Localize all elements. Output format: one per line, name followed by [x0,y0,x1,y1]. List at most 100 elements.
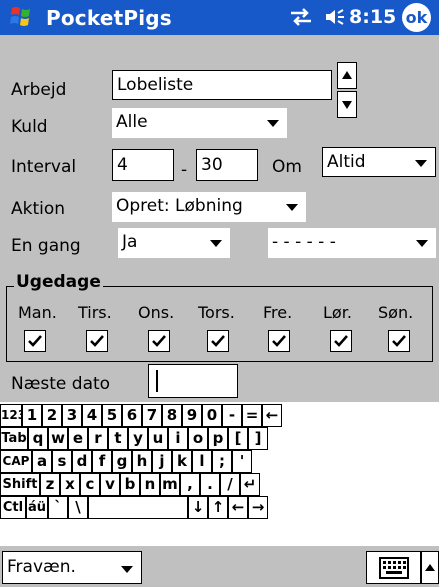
key-f[interactable]: f [92,450,112,473]
key-g[interactable]: g [112,450,132,473]
day-label-tirs: Tirs. [78,303,112,322]
key-8[interactable]: 8 [162,404,182,427]
key-arrow-right[interactable]: → [248,496,268,519]
key-9[interactable]: 9 [182,404,202,427]
title-bar: PocketPigs 8:15 ok [0,0,439,35]
checkbox-fre[interactable] [268,330,290,352]
om-dropdown[interactable]: Altid [322,147,436,177]
key-caps[interactable]: CAP [0,450,32,473]
en-gang-dropdown[interactable]: Ja [118,228,230,258]
checkbox-ons[interactable] [148,330,170,352]
key-7[interactable]: 7 [142,404,162,427]
key-semicolon[interactable]: ; [212,450,232,473]
key-m[interactable]: m [160,473,180,496]
key-2[interactable]: 2 [42,404,62,427]
naeste-dato-field[interactable] [148,364,238,398]
key-bracket-left[interactable]: [ [228,427,248,450]
checkbox-tors[interactable] [207,330,229,352]
key-comma[interactable]: , [180,473,200,496]
key-1[interactable]: 1 [22,404,42,427]
checkbox-man[interactable] [24,330,46,352]
key-x[interactable]: x [60,473,80,496]
key-bracket-right[interactable]: ] [248,427,268,450]
en-gang-value: Ja [122,232,138,252]
key-accents[interactable]: áü [26,496,48,519]
key-tab[interactable]: Tab [0,427,28,450]
input-method-selector[interactable] [421,551,439,584]
key-5[interactable]: 5 [102,404,122,427]
arbejd-field[interactable]: Lobeliste [112,70,332,100]
en-gang-label: En gang [11,236,81,256]
clock[interactable]: 8:15 [349,6,396,28]
key-j[interactable]: j [152,450,172,473]
connectivity-icon[interactable] [289,7,313,27]
chevron-down-icon [415,160,427,167]
key-v[interactable]: v [100,473,120,496]
key-q[interactable]: q [28,427,48,450]
key-c[interactable]: c [80,473,100,496]
checkmark-icon [211,335,225,347]
key-e[interactable]: e [68,427,88,450]
ok-button[interactable]: ok [402,3,431,32]
key-arrow-left[interactable]: ← [228,496,248,519]
spin-down-button[interactable] [337,91,357,118]
key-quote[interactable]: ' [232,450,252,473]
key-u[interactable]: u [148,427,168,450]
key-equals[interactable]: = [242,404,262,427]
key-b[interactable]: b [120,473,140,496]
checkmark-icon [392,335,406,347]
key-t[interactable]: t [108,427,128,450]
aktion-dropdown[interactable]: Opret: Løbning [112,192,306,222]
chevron-down-icon [267,120,279,127]
key-slash[interactable]: / [220,473,240,496]
key-r[interactable]: r [88,427,108,450]
spin-up-button[interactable] [337,62,357,89]
key-3[interactable]: 3 [62,404,82,427]
key-enter[interactable]: ↵ [240,473,260,496]
input-panel-button[interactable] [366,551,421,584]
key-space[interactable] [88,496,188,519]
key-y[interactable]: y [128,427,148,450]
key-6[interactable]: 6 [122,404,142,427]
day-label-son: Søn. [378,303,414,322]
key-backspace[interactable]: ← [262,404,282,427]
om-value: Altid [327,152,366,172]
key-w[interactable]: w [48,427,68,450]
checkmark-icon [28,335,42,347]
key-123[interactable]: 123 [0,404,22,427]
key-o[interactable]: o [188,427,208,450]
key-period[interactable]: . [200,473,220,496]
key-ctrl[interactable]: Ctl [0,496,26,519]
key-arrow-down[interactable]: ↓ [188,496,208,519]
interval-from-field[interactable]: 4 [112,149,174,181]
key-arrow-up[interactable]: ↑ [208,496,228,519]
key-minus[interactable]: - [222,404,242,427]
fravaen-dropdown[interactable]: Fravæn. [2,551,142,584]
key-p[interactable]: p [208,427,228,450]
key-a[interactable]: a [32,450,52,473]
key-4[interactable]: 4 [82,404,102,427]
kuld-dropdown[interactable]: Alle [112,108,287,138]
speaker-icon[interactable] [324,7,346,27]
key-backslash[interactable]: \ [68,496,88,519]
key-s[interactable]: s [52,450,72,473]
up-arrow-icon [342,71,352,79]
checkbox-tirs[interactable] [86,330,108,352]
key-z[interactable]: z [40,473,60,496]
en-gang-second-dropdown[interactable]: - - - - - - [268,228,436,258]
windows-flag-icon[interactable] [8,4,36,30]
checkbox-son[interactable] [388,330,410,352]
key-shift[interactable]: Shift [0,473,40,496]
arbejd-label: Arbejd [11,80,67,100]
interval-to-field[interactable]: 30 [196,149,258,181]
checkmark-icon [334,335,348,347]
key-n[interactable]: n [140,473,160,496]
checkbox-lor[interactable] [330,330,352,352]
key-l[interactable]: l [192,450,212,473]
key-backtick[interactable]: ` [48,496,68,519]
key-d[interactable]: d [72,450,92,473]
key-0[interactable]: 0 [202,404,222,427]
key-i[interactable]: i [168,427,188,450]
key-k[interactable]: k [172,450,192,473]
key-h[interactable]: h [132,450,152,473]
